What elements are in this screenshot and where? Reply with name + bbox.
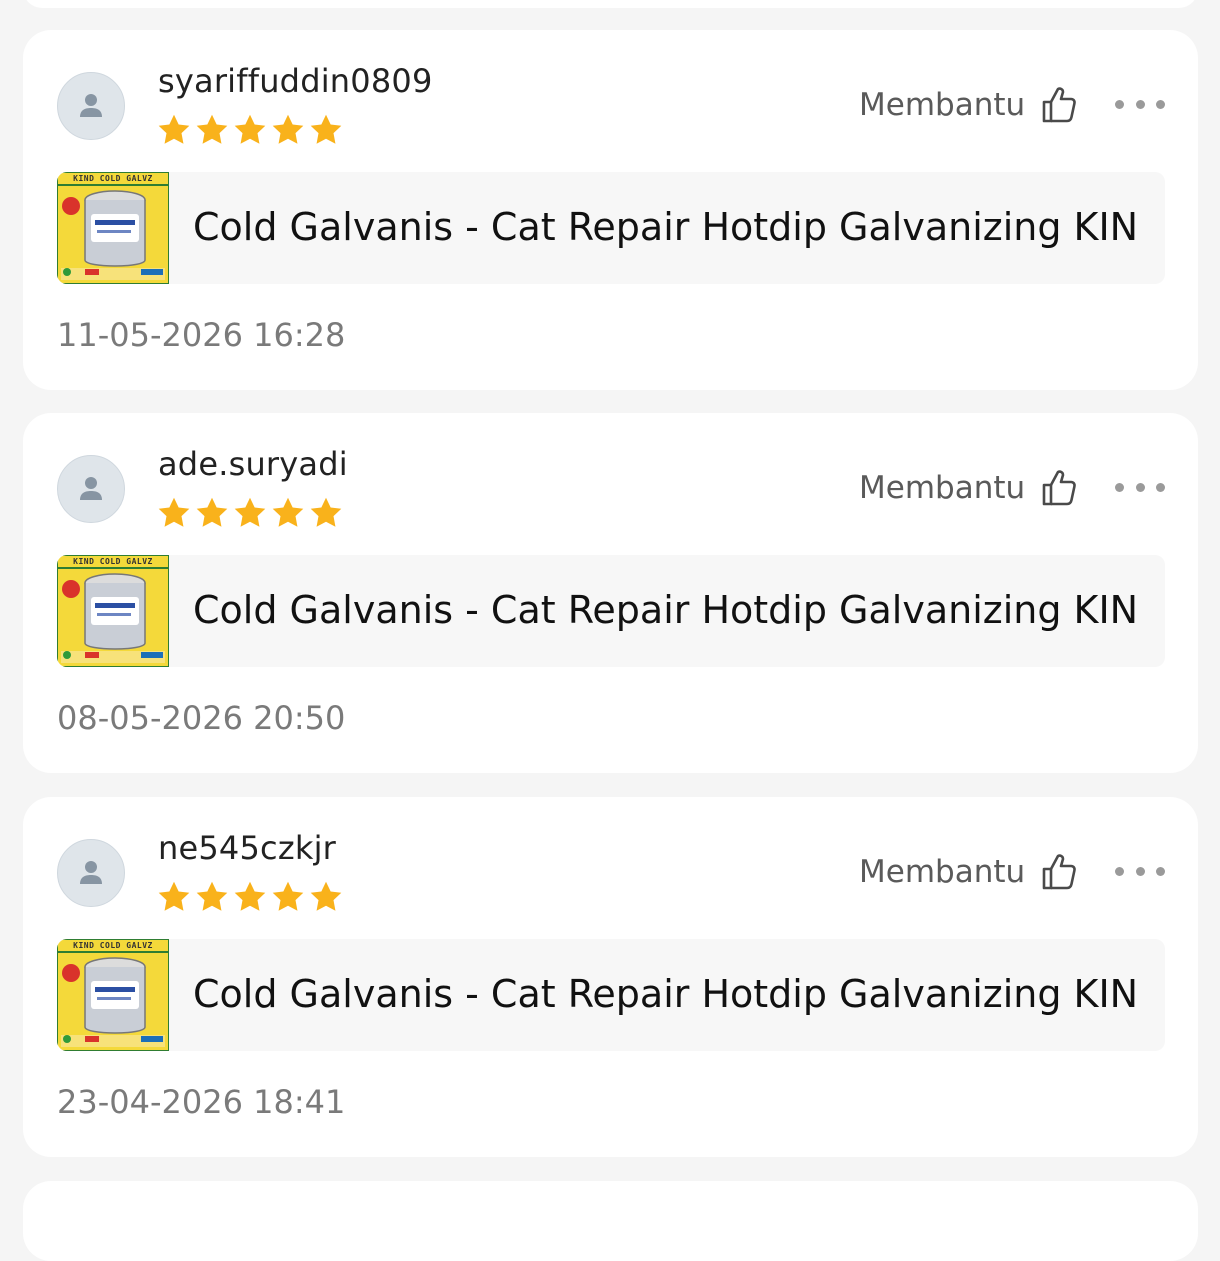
- thumbs-up-icon: [1042, 854, 1076, 890]
- product-thumbnail: KIND COLD GALVZ: [57, 172, 169, 284]
- helpful-button[interactable]: Membantu: [859, 86, 1077, 124]
- star-icon: [272, 497, 304, 527]
- thumbs-up-icon: [1042, 470, 1076, 506]
- star-icon: [310, 881, 342, 911]
- user-avatar-icon[interactable]: [57, 455, 125, 523]
- helpful-button[interactable]: Membantu: [859, 469, 1077, 507]
- star-icon: [272, 114, 304, 144]
- helpful-label: Membantu: [859, 470, 1026, 506]
- review-date: 11-05-2026 16:28: [57, 316, 346, 354]
- helpful-button[interactable]: Membantu: [859, 853, 1077, 891]
- review-date: 23-04-2026 18:41: [57, 1083, 346, 1121]
- more-options-icon[interactable]: [1115, 861, 1165, 881]
- product-link[interactable]: KIND COLD GALVZ Cold Galvanis - Cat Repa…: [57, 939, 1165, 1051]
- user-avatar-icon[interactable]: [57, 839, 125, 907]
- star-icon: [234, 114, 266, 144]
- helpful-label: Membantu: [859, 87, 1026, 123]
- star-icon: [234, 497, 266, 527]
- product-link[interactable]: KIND COLD GALVZ Cold Galvanis - Cat Repa…: [57, 555, 1165, 667]
- star-icon: [158, 114, 190, 144]
- star-icon: [196, 497, 228, 527]
- review-card: syariffuddin0809 Membantu KIND COLD GALV…: [23, 30, 1198, 390]
- helpful-label: Membantu: [859, 854, 1026, 890]
- product-title: Cold Galvanis - Cat Repair Hotdip Galvan…: [193, 205, 1137, 249]
- review-username[interactable]: syariffuddin0809: [158, 62, 433, 100]
- star-icon: [196, 881, 228, 911]
- product-title: Cold Galvanis - Cat Repair Hotdip Galvan…: [193, 588, 1137, 632]
- star-rating: [156, 112, 344, 148]
- star-icon: [158, 881, 190, 911]
- review-card: ne545czkjr Membantu KIND COLD GALVZ Cold…: [23, 797, 1198, 1157]
- product-link[interactable]: KIND COLD GALVZ Cold Galvanis - Cat Repa…: [57, 172, 1165, 284]
- product-thumbnail: KIND COLD GALVZ: [57, 939, 169, 1051]
- review-card: ade.suryadi Membantu KIND COLD GALVZ Col…: [23, 413, 1198, 773]
- product-thumbnail: KIND COLD GALVZ: [57, 555, 169, 667]
- review-username[interactable]: ade.suryadi: [158, 445, 348, 483]
- review-card-partial-top: [23, 0, 1198, 8]
- star-icon: [196, 114, 228, 144]
- more-options-icon[interactable]: [1115, 477, 1165, 497]
- star-icon: [310, 497, 342, 527]
- more-options-icon[interactable]: [1115, 94, 1165, 114]
- star-icon: [272, 881, 304, 911]
- review-username[interactable]: ne545czkjr: [158, 829, 336, 867]
- star-rating: [156, 879, 344, 915]
- star-rating: [156, 495, 344, 531]
- star-icon: [310, 114, 342, 144]
- star-icon: [234, 881, 266, 911]
- thumbs-up-icon: [1042, 87, 1076, 123]
- user-avatar-icon[interactable]: [57, 72, 125, 140]
- star-icon: [158, 497, 190, 527]
- product-title: Cold Galvanis - Cat Repair Hotdip Galvan…: [193, 972, 1137, 1016]
- review-date: 08-05-2026 20:50: [57, 699, 346, 737]
- review-card-partial-bottom: [23, 1181, 1198, 1261]
